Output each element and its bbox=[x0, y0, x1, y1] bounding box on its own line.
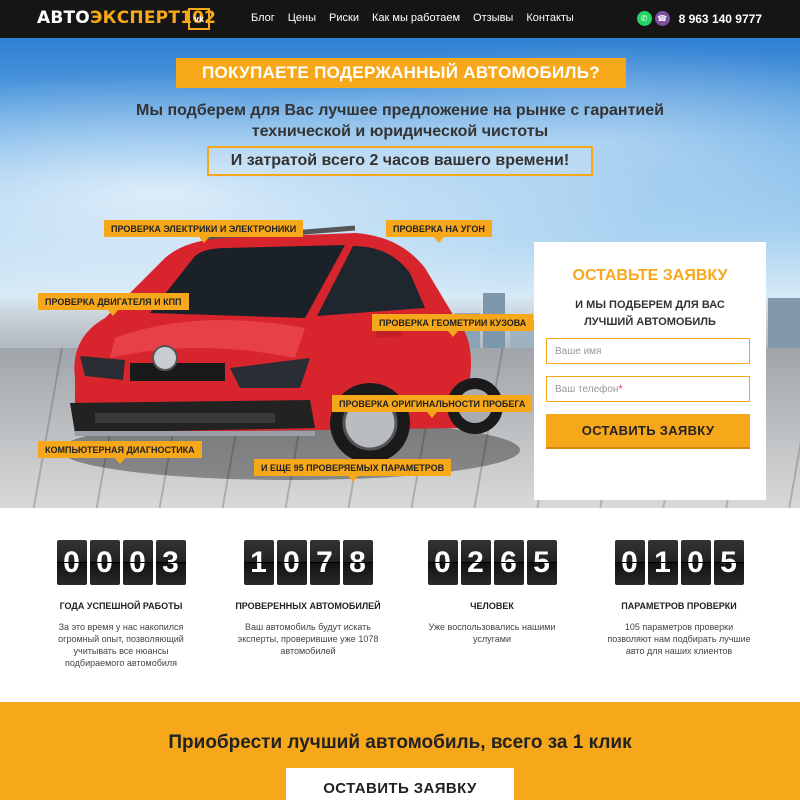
feature-tag: ПРОВЕРКА ДВИГАТЕЛЯ И КПП bbox=[38, 293, 189, 316]
stat-label: ЧЕЛОВЕК bbox=[470, 601, 514, 611]
counter-digit: 0 bbox=[56, 540, 87, 585]
feature-tag: КОМПЬЮТЕРНАЯ ДИАГНОСТИКА bbox=[38, 441, 202, 464]
cta-section: Приобрести лучший автомобиль, всего за 1… bbox=[0, 702, 800, 800]
nav-item-reviews[interactable]: Отзывы bbox=[473, 12, 513, 24]
form-subtitle-line-1: И МЫ ПОДБЕРЕМ ДЛЯ ВАС bbox=[575, 299, 725, 311]
counter-digit: 0 bbox=[427, 540, 458, 585]
hero-highlight: И затратой всего 2 часов вашего времени! bbox=[207, 146, 593, 176]
nav-item-contacts[interactable]: Контакты bbox=[526, 12, 574, 24]
stat-label: ПАРАМЕТРОВ ПРОВЕРКИ bbox=[621, 601, 737, 611]
main-nav: Блог Цены Риски Как мы работаем Отзывы К… bbox=[251, 12, 574, 24]
nav-item-risks[interactable]: Риски bbox=[329, 12, 359, 24]
counter-digit: 3 bbox=[155, 540, 186, 585]
counter-digit: 0 bbox=[89, 540, 120, 585]
nav-item-blog[interactable]: Блог bbox=[251, 12, 275, 24]
feature-tag: ПРОВЕРКА ОРИГИНАЛЬНОСТИ ПРОБЕГА bbox=[332, 395, 533, 418]
form-title: ОСТАВЬТЕ ЗАЯВКУ bbox=[572, 267, 728, 284]
counter-digit: 0 bbox=[614, 540, 645, 585]
stat-description: 105 параметров проверки позволяют нам по… bbox=[607, 622, 751, 656]
hero-subtitle-line-2: технической и юридической чистоты bbox=[251, 123, 549, 140]
counter-digits: 0 1 0 5 bbox=[594, 540, 764, 585]
phone-field[interactable]: Ваш телефон * bbox=[546, 376, 750, 402]
counter-digit: 0 bbox=[276, 540, 307, 585]
feature-tag: И ЕЩЕ 95 ПРОВЕРЯЕМЫХ ПАРАМЕТРОВ bbox=[254, 459, 452, 482]
stat-cars-checked: 1 0 7 8 ПРОВЕРЕННЫХ АВТОМОБИЛЕЙ Ваш авто… bbox=[223, 540, 393, 657]
counter-digits: 0 2 6 5 bbox=[407, 540, 577, 585]
counter-digit: 0 bbox=[680, 540, 711, 585]
stat-parameters: 0 1 0 5 ПАРАМЕТРОВ ПРОВЕРКИ 105 параметр… bbox=[594, 540, 764, 657]
counter-digit: 0 bbox=[122, 540, 153, 585]
counter-digit: 5 bbox=[526, 540, 557, 585]
hero-section: ПОКУПАЕТЕ ПОДЕРЖАННЫЙ АВТОМОБИЛЬ? Мы под… bbox=[0, 38, 800, 508]
stat-description: Ваш автомобиль будут искать эксперты, пр… bbox=[237, 622, 379, 656]
counter-digit: 7 bbox=[309, 540, 340, 585]
stat-years: 0 0 0 3 ГОДА УСПЕШНОЙ РАБОТЫ За это врем… bbox=[36, 540, 206, 669]
counter-digit: 2 bbox=[460, 540, 491, 585]
feature-tag: ПРОВЕРКА ГЕОМЕТРИИ КУЗОВА bbox=[372, 314, 534, 337]
stat-clients: 0 2 6 5 ЧЕЛОВЕК Уже воспользовались наши… bbox=[407, 540, 577, 645]
stat-label: ГОДА УСПЕШНОЙ РАБОТЫ bbox=[59, 601, 183, 611]
counter-digit: 6 bbox=[493, 540, 524, 585]
hero-subtitle: Мы подберем для Вас лучшее предложение н… bbox=[120, 100, 680, 142]
hero-subtitle-line-1: Мы подберем для Вас лучшее предложение н… bbox=[136, 102, 664, 119]
name-field[interactable]: Ваше имя bbox=[546, 338, 750, 364]
submit-request-button[interactable]: ОСТАВИТЬ ЗАЯВКУ bbox=[546, 414, 750, 447]
header-contacts: ✆ ☎ 8 963 140 9777 bbox=[636, 11, 762, 26]
vk-icon[interactable]: vk bbox=[188, 8, 210, 30]
phone-field-placeholder: Ваш телефон bbox=[555, 383, 619, 395]
cta-title: Приобрести лучший автомобиль, всего за 1… bbox=[168, 732, 632, 753]
counter-digit: 8 bbox=[342, 540, 373, 585]
counter-digit: 1 bbox=[243, 540, 274, 585]
counter-digits: 0 0 0 3 bbox=[36, 540, 206, 585]
counter-digit: 1 bbox=[647, 540, 678, 585]
cta-request-button[interactable]: ОСТАВИТЬ ЗАЯВКУ bbox=[286, 768, 514, 800]
nav-item-prices[interactable]: Цены bbox=[288, 12, 316, 24]
stat-description: За это время у нас накопился огромный оп… bbox=[58, 622, 184, 668]
request-form: ОСТАВЬТЕ ЗАЯВКУ И МЫ ПОДБЕРЕМ ДЛЯ ВАС ЛУ… bbox=[534, 242, 766, 500]
nav-item-how-we-work[interactable]: Как мы работаем bbox=[372, 12, 460, 24]
viber-icon[interactable]: ☎ bbox=[654, 11, 670, 26]
logo-text-white: АВТО bbox=[37, 8, 90, 28]
form-subtitle-line-2: ЛУЧШИЙ АВТОМОБИЛЬ bbox=[584, 316, 716, 328]
stat-description: Уже воспользовались нашими услугами bbox=[428, 622, 556, 644]
form-subtitle: И МЫ ПОДБЕРЕМ ДЛЯ ВАС ЛУЧШИЙ АВТОМОБИЛЬ bbox=[534, 297, 766, 331]
required-mark: * bbox=[618, 383, 623, 395]
whatsapp-icon[interactable]: ✆ bbox=[636, 11, 652, 26]
stat-label: ПРОВЕРЕННЫХ АВТОМОБИЛЕЙ bbox=[235, 601, 381, 611]
counter-digit: 5 bbox=[713, 540, 744, 585]
phone-number[interactable]: 8 963 140 9777 bbox=[679, 12, 762, 26]
counter-digits: 1 0 7 8 bbox=[223, 540, 393, 585]
feature-tag: ПРОВЕРКА ЭЛЕКТРИКИ И ЭЛЕКТРОНИКИ bbox=[104, 220, 304, 243]
name-field-placeholder: Ваше имя bbox=[555, 345, 602, 357]
feature-tag: ПРОВЕРКА НА УГОН bbox=[386, 220, 492, 243]
site-header: АВТОЭКСПЕРТ102 vk Блог Цены Риски Как мы… bbox=[0, 0, 800, 38]
hero-title: ПОКУПАЕТЕ ПОДЕРЖАННЫЙ АВТОМОБИЛЬ? bbox=[176, 58, 626, 88]
